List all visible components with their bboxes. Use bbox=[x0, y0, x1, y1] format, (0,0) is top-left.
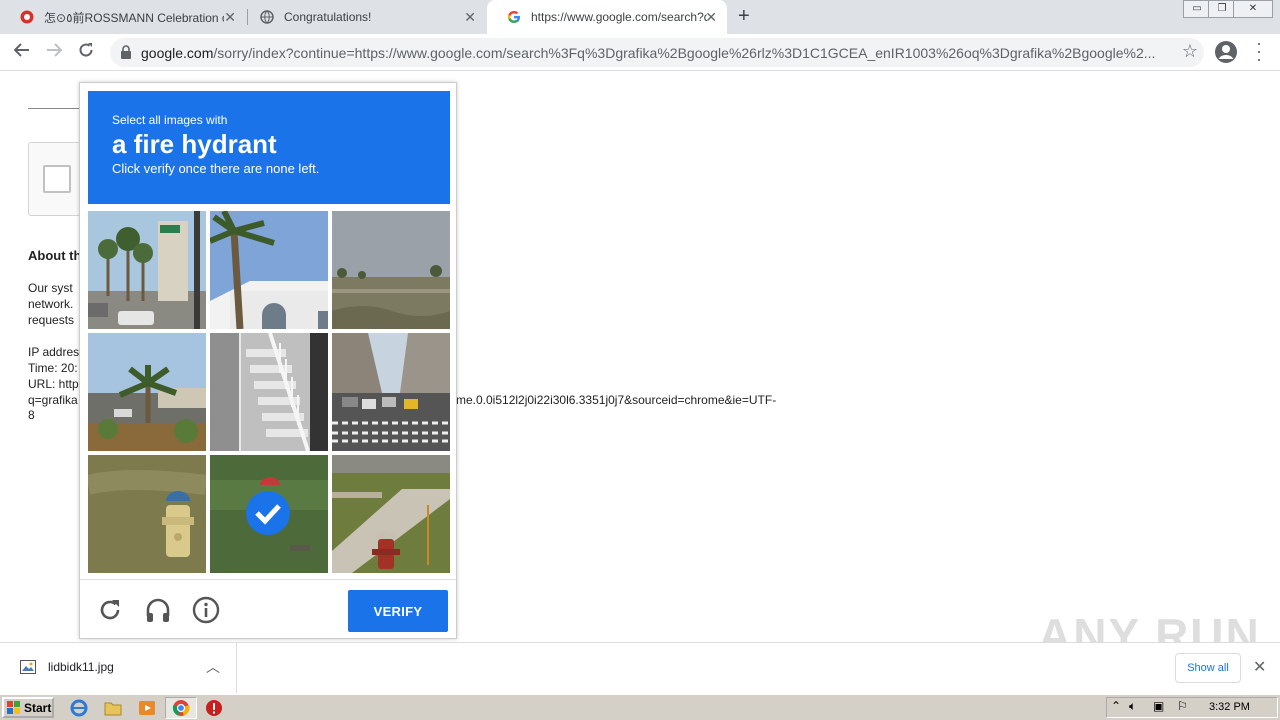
reload-icon bbox=[79, 43, 93, 57]
tab-strip: 怎⊙٥前ROSSMANN Celebration of bi ✕ Congrat… bbox=[0, 0, 1280, 34]
start-label: Start bbox=[24, 700, 52, 715]
audio-challenge-button[interactable] bbox=[144, 596, 172, 624]
image-tile-1[interactable] bbox=[88, 211, 206, 329]
back-button[interactable] bbox=[10, 40, 34, 64]
image-tile-6[interactable] bbox=[332, 333, 450, 451]
query-line: q=grafika bbox=[28, 393, 78, 407]
image-tile-7[interactable] bbox=[88, 455, 206, 573]
recaptcha-checkbox[interactable] bbox=[43, 165, 71, 193]
instruction-sub: Click verify once there are none left. bbox=[112, 161, 320, 176]
image-tile-8-selected[interactable] bbox=[210, 455, 328, 573]
menu-kebab-icon[interactable]: · · · bbox=[1254, 34, 1264, 68]
image-grid bbox=[88, 211, 450, 573]
close-icon[interactable]: ✕ bbox=[705, 9, 717, 25]
url-host: google.com bbox=[141, 45, 214, 61]
about-line: network. bbox=[28, 297, 74, 311]
about-line: requests bbox=[28, 313, 75, 327]
download-item[interactable]: lidbidk11.jpg ︿ bbox=[0, 643, 237, 693]
url-continuation: me.0.0i512l2j0i22i30l6.3351j0j7&sourceid… bbox=[456, 393, 777, 407]
close-icon[interactable]: ✕ bbox=[464, 9, 476, 25]
image-tile-9[interactable] bbox=[332, 455, 450, 573]
start-button[interactable]: Start bbox=[2, 697, 54, 718]
chrome-icon bbox=[172, 700, 190, 716]
about-text: Our syst network. requests bbox=[28, 280, 80, 328]
media-player-icon[interactable] bbox=[138, 699, 156, 717]
network-icon[interactable]: ▣ bbox=[1153, 699, 1164, 713]
windows-logo-icon bbox=[7, 700, 20, 714]
system-tray: ⌃ 🔈︎ ▣ ⚐ bbox=[1106, 697, 1278, 718]
url-line: URL: http bbox=[28, 377, 79, 391]
challenge-footer: VERIFY bbox=[80, 579, 456, 639]
image-file-icon bbox=[20, 660, 36, 674]
url-continuation-end: 8 bbox=[28, 408, 35, 422]
check-circle-icon bbox=[246, 491, 290, 535]
about-heading: About th bbox=[28, 248, 82, 263]
taskbar-clock[interactable]: 3:32 PM bbox=[1209, 701, 1250, 713]
tab-congratulations[interactable]: Congratulations! ✕ bbox=[240, 0, 486, 34]
tray-expand-icon[interactable]: ⌃ bbox=[1111, 699, 1121, 713]
address-bar[interactable]: google.com/sorry/index?continue=https://… bbox=[110, 38, 1204, 67]
folder-icon[interactable] bbox=[104, 699, 122, 717]
headphones-icon bbox=[146, 598, 170, 622]
verify-button[interactable]: VERIFY bbox=[348, 590, 448, 632]
reload-button[interactable] bbox=[74, 40, 98, 64]
window-close-button[interactable]: ✕ bbox=[1233, 0, 1273, 18]
new-tab-button[interactable]: + bbox=[738, 5, 750, 27]
forward-button[interactable] bbox=[42, 40, 66, 64]
tab-title-prefix: 怎⊙٥前 bbox=[44, 10, 85, 25]
alert-icon[interactable] bbox=[205, 699, 223, 717]
flag-icon[interactable]: ⚐ bbox=[1177, 699, 1188, 713]
browser-toolbar: google.com/sorry/index?continue=https://… bbox=[0, 34, 1280, 71]
tab-title: https://www.google.com/search?q= bbox=[531, 10, 707, 24]
help-button[interactable] bbox=[192, 596, 220, 624]
chevron-up-icon[interactable]: ︿ bbox=[206, 657, 220, 677]
restore-button[interactable]: ❐ bbox=[1208, 0, 1236, 18]
close-download-bar-icon[interactable]: ✕ bbox=[1253, 657, 1266, 677]
arrow-left-icon bbox=[13, 43, 29, 57]
bookmark-star-icon[interactable]: ☆ bbox=[1182, 41, 1198, 62]
image-tile-2[interactable] bbox=[210, 211, 328, 329]
rossmann-favicon-icon bbox=[20, 10, 34, 24]
image-tile-5[interactable] bbox=[210, 333, 328, 451]
windows-taskbar: Start ⌃ 🔈︎ ▣ ⚐ 3:32 PM bbox=[0, 694, 1280, 720]
reload-challenge-button[interactable] bbox=[96, 596, 124, 624]
tab-title: Congratulations! bbox=[284, 10, 372, 24]
ip-line: IP addres bbox=[28, 345, 80, 359]
info-icon bbox=[192, 596, 220, 624]
globe-icon bbox=[260, 10, 274, 24]
profile-button[interactable] bbox=[1214, 40, 1238, 69]
lock-icon[interactable] bbox=[120, 45, 132, 59]
challenge-target: a fire hydrant bbox=[112, 129, 277, 159]
minimize-button[interactable]: ▭ bbox=[1183, 0, 1211, 18]
chrome-taskbar-button[interactable] bbox=[165, 697, 197, 719]
ip-info: IP addres Time: 20: URL: http q=grafika bbox=[28, 344, 80, 408]
image-tile-3[interactable] bbox=[332, 211, 450, 329]
tab-google-search[interactable]: https://www.google.com/search?q= ✕ bbox=[487, 0, 727, 34]
account-circle-icon bbox=[1215, 41, 1237, 63]
about-line: Our syst bbox=[28, 281, 73, 295]
time-line: Time: 20: bbox=[28, 361, 78, 375]
show-all-downloads-button[interactable]: Show all bbox=[1175, 653, 1241, 683]
url-text: google.com/sorry/index?continue=https://… bbox=[141, 45, 1171, 61]
tab-rossmann[interactable]: 怎⊙٥前ROSSMANN Celebration of bi ✕ bbox=[0, 0, 246, 34]
internet-explorer-icon[interactable] bbox=[70, 699, 88, 717]
arrow-right-icon bbox=[47, 43, 63, 57]
recaptcha-challenge-dialog: Select all images with a fire hydrant Cl… bbox=[79, 82, 457, 639]
tab-title: ROSSMANN Celebration of bi bbox=[84, 10, 224, 25]
image-tile-4[interactable] bbox=[88, 333, 206, 451]
google-favicon-icon bbox=[507, 11, 520, 23]
url-path: /sorry/index?continue=https://www.google… bbox=[213, 45, 1156, 61]
download-bar: lidbidk11.jpg ︿ Show all ✕ bbox=[0, 642, 1280, 693]
refresh-icon bbox=[100, 600, 120, 620]
instruction-small: Select all images with bbox=[112, 113, 228, 127]
close-icon[interactable]: ✕ bbox=[224, 9, 236, 25]
volume-icon[interactable]: 🔈︎ bbox=[1129, 699, 1136, 714]
download-file-name: lidbidk11.jpg bbox=[48, 660, 114, 674]
challenge-header: Select all images with a fire hydrant Cl… bbox=[88, 91, 450, 204]
